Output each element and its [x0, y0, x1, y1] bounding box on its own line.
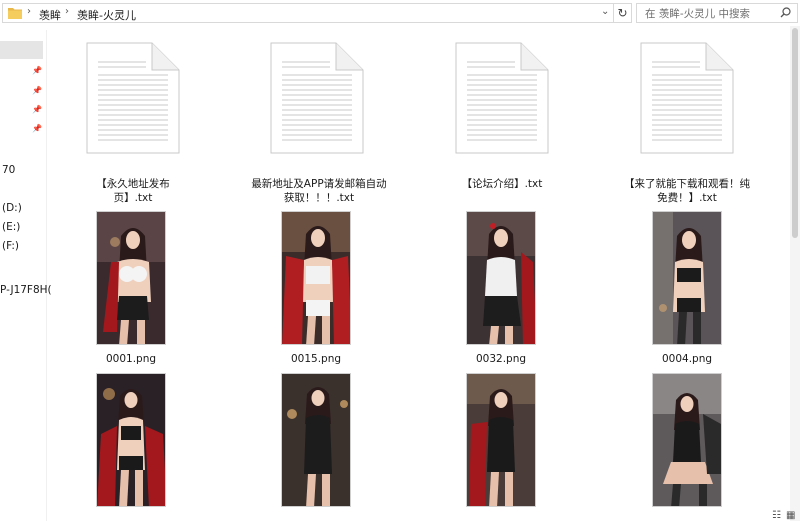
- portrait-thumbnail-image: [467, 374, 535, 506]
- nav-item-network-pc[interactable]: P-J17F8H(: [0, 284, 52, 296]
- address-bar[interactable]: › 羡眸 › 羡眸-火灵儿 ⌄: [2, 3, 614, 23]
- image-thumbnail[interactable]: [281, 211, 351, 345]
- file-name[interactable]: 0032.png: [456, 352, 546, 366]
- pin-icon[interactable]: 📌: [32, 66, 42, 75]
- vertical-scrollbar[interactable]: [790, 26, 800, 521]
- portrait-thumbnail-image: [97, 374, 165, 506]
- details-view-icon[interactable]: ☷: [772, 510, 781, 521]
- chevron-right-icon[interactable]: ›: [27, 6, 31, 17]
- file-name[interactable]: 【永久地址发布页】.txt: [78, 177, 188, 205]
- search-box[interactable]: [636, 3, 798, 23]
- image-thumbnail[interactable]: [281, 373, 351, 507]
- navigation-pane: 📌 📌 📌 📌 70 (D:) (E:) (F:) P-J17F8H(: [0, 30, 52, 521]
- nav-item-drive-e[interactable]: (E:): [2, 221, 20, 233]
- portrait-thumbnail-image: [653, 374, 721, 506]
- file-list: 【永久地址发布页】.txt 最新地址及APP请发邮箱自动获取！！！.txt 【论…: [46, 26, 798, 521]
- image-thumbnail[interactable]: [466, 211, 536, 345]
- portrait-thumbnail-image: [653, 212, 721, 344]
- text-file-row: 【永久地址发布页】.txt 最新地址及APP请发邮箱自动获取！！！.txt 【论…: [46, 26, 798, 206]
- pin-icon[interactable]: 📌: [32, 86, 42, 95]
- nav-item-drive-d[interactable]: (D:): [2, 202, 22, 214]
- file-name[interactable]: 0001.png: [86, 352, 176, 366]
- nav-selected-item[interactable]: [0, 41, 43, 59]
- search-input[interactable]: [643, 5, 777, 23]
- folder-icon: [8, 8, 22, 19]
- image-thumbnail[interactable]: [466, 373, 536, 507]
- text-document-icon[interactable]: [86, 42, 180, 154]
- pin-icon[interactable]: 📌: [32, 105, 42, 114]
- text-document-icon[interactable]: [270, 42, 364, 154]
- file-name[interactable]: 0004.png: [642, 352, 732, 366]
- search-icon: [780, 7, 791, 18]
- text-document-icon[interactable]: [640, 42, 734, 154]
- scrollbar-thumb[interactable]: [792, 28, 798, 238]
- image-thumbnail[interactable]: [96, 373, 166, 507]
- address-bar-row: › 羡眸 › 羡眸-火灵儿 ⌄ ↻: [0, 0, 800, 26]
- image-thumbnail[interactable]: [96, 211, 166, 345]
- file-name[interactable]: 【论坛介绍】.txt: [447, 177, 557, 191]
- refresh-icon[interactable]: ↻: [614, 3, 632, 23]
- breadcrumb-item-1[interactable]: 羡眸: [39, 7, 61, 23]
- chevron-down-icon[interactable]: ⌄: [601, 6, 609, 17]
- breadcrumb-item-2[interactable]: 羡眸-火灵儿: [77, 7, 136, 23]
- nav-item-label[interactable]: 70: [2, 164, 15, 176]
- file-name[interactable]: 0015.png: [271, 352, 361, 366]
- pin-icon[interactable]: 📌: [32, 124, 42, 133]
- image-thumbnail[interactable]: [652, 373, 722, 507]
- file-name[interactable]: 最新地址及APP请发邮箱自动获取！！！.txt: [249, 177, 389, 205]
- large-icons-view-icon[interactable]: ▦: [786, 510, 795, 521]
- image-thumbnail[interactable]: [652, 211, 722, 345]
- portrait-thumbnail-image: [282, 212, 350, 344]
- file-name[interactable]: 【来了就能下载和观看！纯免费！】.txt: [620, 177, 754, 205]
- portrait-thumbnail-image: [282, 374, 350, 506]
- text-document-icon[interactable]: [455, 42, 549, 154]
- nav-item-drive-f[interactable]: (F:): [2, 240, 19, 252]
- chevron-right-icon[interactable]: ›: [65, 6, 69, 17]
- portrait-thumbnail-image: [97, 212, 165, 344]
- portrait-thumbnail-image: [467, 212, 535, 344]
